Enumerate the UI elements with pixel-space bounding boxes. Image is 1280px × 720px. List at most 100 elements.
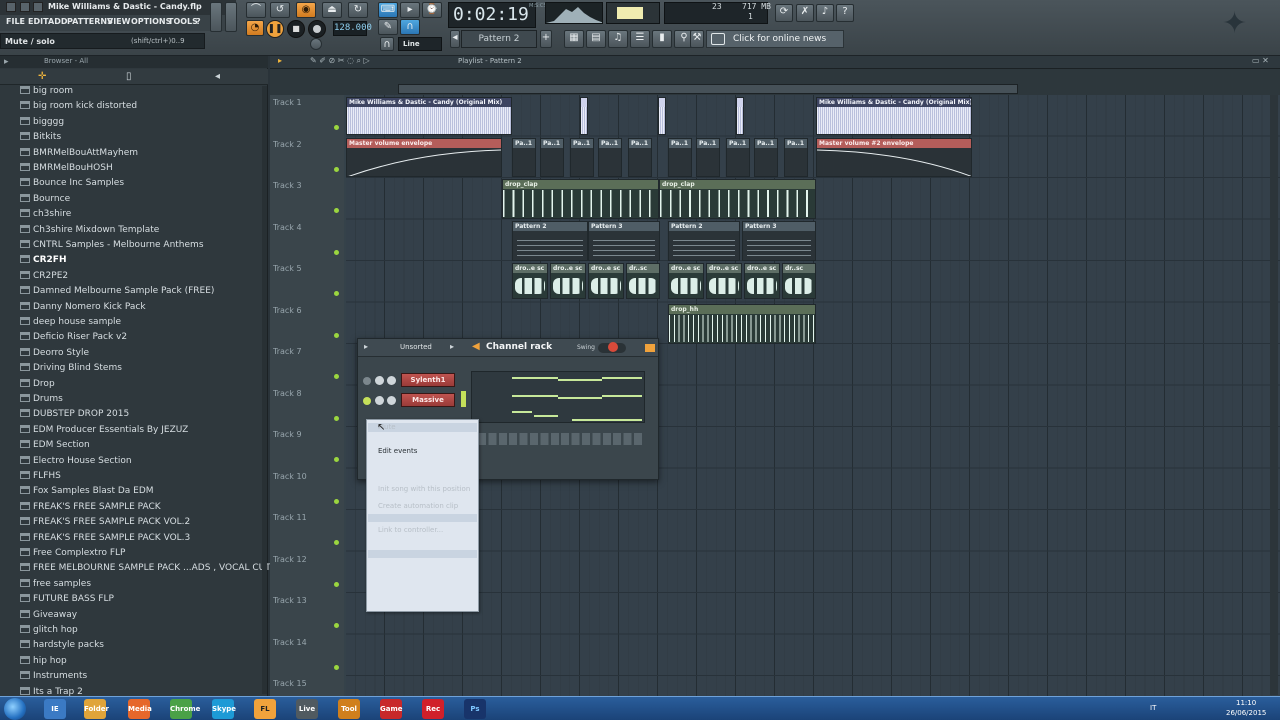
pause-button[interactable]: ❚❚	[266, 20, 284, 38]
window-menu-button[interactable]	[6, 2, 16, 12]
tools-icon[interactable]: ⚒	[690, 30, 704, 48]
browser-folder[interactable]: Drums	[20, 394, 63, 409]
browser-folder[interactable]: glitch hop	[20, 625, 78, 640]
step-sequencer[interactable]	[478, 433, 644, 445]
browser-folder[interactable]: big room kick distorted	[20, 101, 137, 116]
volume-knob[interactable]	[387, 396, 396, 405]
pat-mode-button[interactable]: ◔	[246, 20, 264, 36]
track-mute-led[interactable]	[334, 457, 339, 462]
song-mode-icon[interactable]: ⌒	[246, 2, 266, 18]
snap-select[interactable]: Line	[398, 37, 442, 51]
window-controls-icon[interactable]: ▭ ✕	[1252, 56, 1269, 65]
track-mute-led[interactable]	[334, 540, 339, 545]
browser-folder[interactable]: FREAK'S FREE SAMPLE PACK	[20, 501, 161, 517]
track-label[interactable]: Track 6	[273, 306, 302, 315]
pattern-clip[interactable]: Pa..1	[668, 138, 692, 177]
automation-clip[interactable]: Master volume envelope	[346, 138, 502, 177]
sidechain-clip[interactable]: dro..e sc	[588, 263, 624, 299]
main-pitch-knob[interactable]	[310, 38, 322, 50]
sidechain-clip[interactable]: dro..e sc	[706, 263, 742, 299]
menu-item-edit-events[interactable]: Edit events	[378, 447, 417, 455]
taskbar-app-fl[interactable]: FL	[254, 699, 276, 719]
browser-folder[interactable]: big room	[20, 86, 73, 101]
track-label[interactable]: Track 12	[273, 555, 307, 564]
playlist-icon[interactable]: ▦	[564, 30, 584, 48]
channel-filter[interactable]: Unsorted	[400, 343, 432, 351]
track-mute-led[interactable]	[334, 623, 339, 628]
browser-folder[interactable]: EDM Producer Essentials By JEZUZ	[20, 424, 188, 440]
project-general-icon[interactable]: ✗	[796, 4, 814, 22]
browser-folder[interactable]: Bitkits	[20, 132, 61, 147]
mixer-icon[interactable]: ♫	[608, 30, 628, 48]
pattern-clip[interactable]: Pattern 3	[588, 221, 660, 261]
audio-clip[interactable]	[736, 97, 744, 135]
channel-sylenth1-button[interactable]: Sylenth1	[401, 373, 455, 387]
browser-folder[interactable]: bigggg	[20, 116, 64, 132]
taskbar-app-ie[interactable]: IE	[44, 699, 66, 719]
swing-knob[interactable]	[608, 342, 618, 352]
taskbar-app-live[interactable]: Live	[296, 699, 318, 719]
taskbar-app-folder[interactable]: Folder	[84, 699, 109, 719]
channel-led[interactable]	[363, 377, 371, 385]
record-button[interactable]	[308, 20, 326, 38]
browser-folder[interactable]: CR2PE2	[20, 270, 68, 286]
menu-view[interactable]: VIEW	[107, 17, 130, 26]
browser-collapse-icon[interactable]: ✛	[38, 71, 46, 82]
minimize-button[interactable]	[20, 2, 30, 12]
menu-patterns[interactable]: PATTERNS	[67, 17, 113, 26]
clap-clip[interactable]: drop_clap	[659, 179, 816, 219]
start-button[interactable]	[4, 698, 26, 720]
playlist-horizontal-scroll[interactable]	[398, 84, 1018, 94]
channel-massive-button[interactable]: Massive	[401, 393, 455, 407]
track-mute-led[interactable]	[334, 125, 339, 130]
sidechain-clip[interactable]: dro..e sc	[512, 263, 548, 299]
taskbar-app-photoshop[interactable]: Ps	[464, 699, 486, 719]
pattern-song-toggle[interactable]: ◉	[296, 2, 316, 18]
browser-folder[interactable]: Bounce Inc Samples	[20, 178, 124, 193]
channel-piano-roll-preview[interactable]	[471, 371, 645, 423]
sidechain-clip[interactable]: dro..e sc	[668, 263, 704, 299]
pattern-clip[interactable]: Pattern 2	[668, 221, 740, 261]
audio-settings-icon[interactable]: ♪	[816, 4, 834, 22]
track-mute-led[interactable]	[334, 166, 339, 172]
playlist-arrow-icon[interactable]: ▸	[278, 56, 282, 65]
draw-tool-icon[interactable]: ✎ ✐ ⊘ ✂ ◌ ⌕ ▷	[310, 56, 370, 66]
browser-folder[interactable]: EDM Section	[20, 440, 90, 455]
pattern-prev-icon[interactable]: ◂	[450, 30, 460, 48]
browser-folder[interactable]: FLFHS	[20, 471, 61, 486]
clap-clip[interactable]: drop_clap	[502, 179, 659, 219]
menu-options[interactable]: OPTIONS	[131, 17, 171, 26]
menu-edit[interactable]: EDIT	[28, 17, 49, 26]
song-time-display[interactable]: 0:02:19	[448, 2, 536, 28]
reset-icon[interactable]: ⟳	[775, 4, 793, 22]
snap-magnet-icon[interactable]: ∩	[380, 37, 394, 51]
track-label[interactable]: Track 9	[273, 430, 302, 439]
track-mute-led[interactable]	[334, 208, 339, 213]
pattern-add-icon[interactable]: +	[540, 30, 552, 48]
tray-date[interactable]: 26/06/2015	[1226, 709, 1266, 717]
master-volume-slider[interactable]	[210, 2, 222, 32]
browser-folder[interactable]: Electro House Section	[20, 455, 132, 471]
menu-item-link-controller[interactable]: Link to controller...	[378, 526, 443, 534]
sidechain-clip[interactable]: dr..sc	[626, 263, 660, 299]
pattern-clip[interactable]: Pa..1	[784, 138, 808, 177]
track-label[interactable]: Track 3	[273, 181, 302, 190]
browser-folder[interactable]: free samples	[20, 578, 91, 594]
taskbar-app-rec[interactable]: Rec	[422, 699, 444, 719]
browser-folder[interactable]: Bournce	[20, 193, 70, 209]
sidechain-clip[interactable]: dro..e sc	[744, 263, 780, 299]
channel-grid-icon[interactable]	[645, 344, 655, 352]
audio-clip[interactable]	[658, 97, 666, 135]
taskbar-app-chrome[interactable]: Chrome	[170, 699, 200, 719]
browser-folder[interactable]: ch3shire	[20, 209, 71, 224]
swing-slider[interactable]	[598, 342, 626, 353]
channel-rack-icon[interactable]: ☰	[630, 30, 650, 48]
menu-tools[interactable]: TOOLS	[168, 17, 198, 26]
track-label[interactable]: Track 5	[273, 264, 302, 273]
stop-button[interactable]: ■	[287, 20, 305, 38]
pattern-clip[interactable]: Pa..1	[628, 138, 652, 177]
metronome-icon[interactable]: ⏏	[322, 2, 342, 18]
master-pitch-slider[interactable]	[225, 2, 237, 32]
playlist-vertical-scroll[interactable]	[1270, 95, 1278, 695]
magnet-icon[interactable]: ∩	[400, 19, 420, 35]
